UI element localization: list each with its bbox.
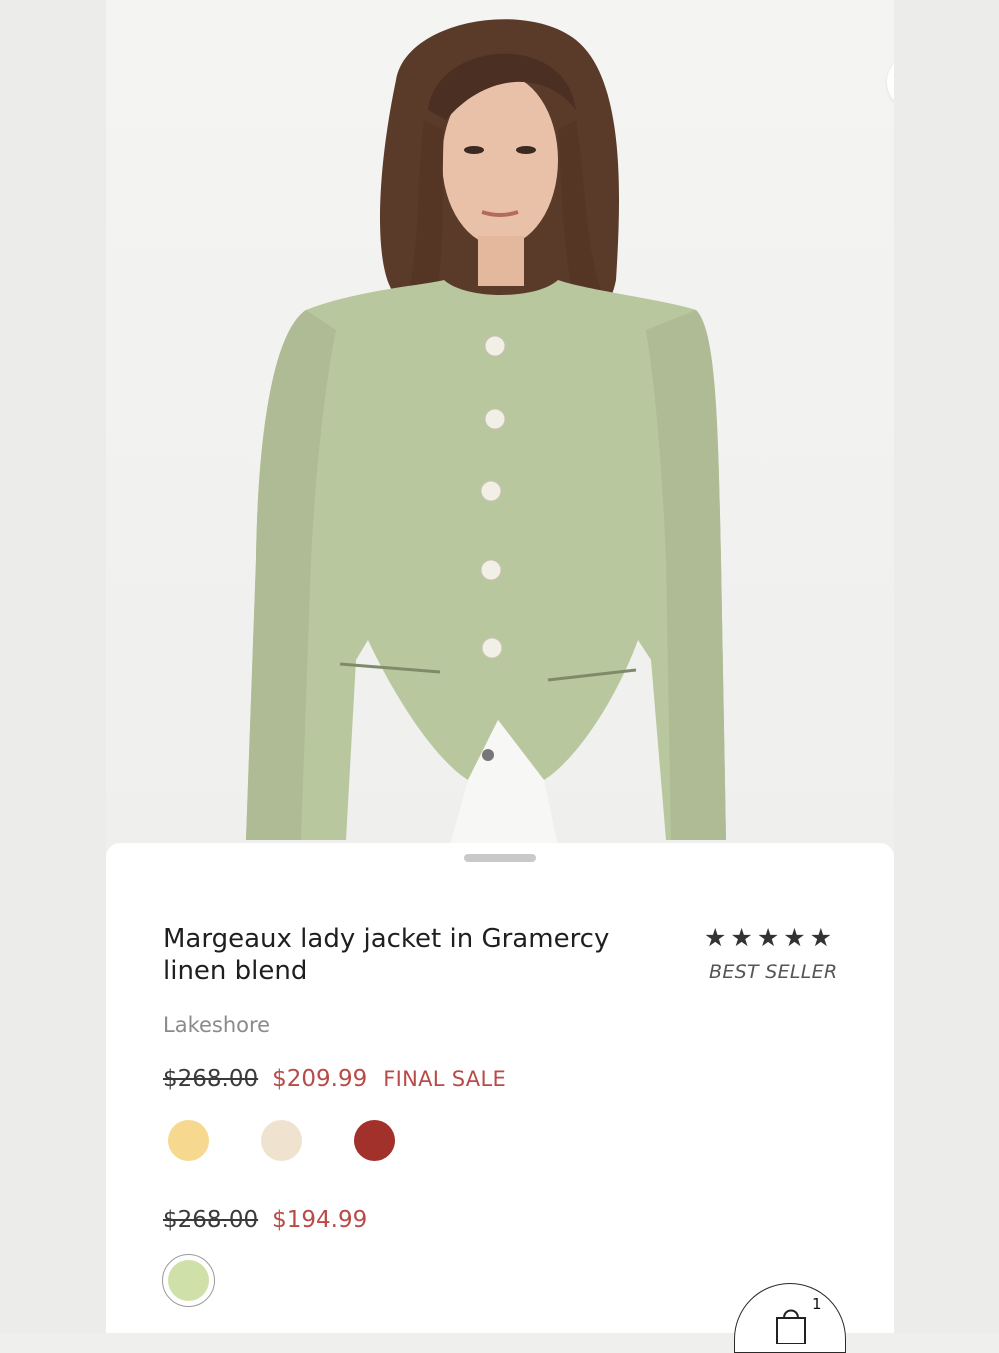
left-gutter	[0, 0, 106, 1333]
final-sale-tag: FINAL SALE	[383, 1067, 507, 1091]
color-swatch-cream[interactable]	[261, 1120, 302, 1161]
original-price: $268.00	[163, 1066, 259, 1092]
shopping-bag-icon	[776, 1309, 806, 1344]
product-details-sheet: Margeaux lady jacket in Gramercy linen b…	[106, 843, 894, 1353]
price-row: $268.00 $194.99	[163, 1207, 383, 1233]
add-to-bag-button[interactable]	[734, 1283, 846, 1353]
right-gutter	[894, 0, 999, 1333]
product-image[interactable]	[106, 0, 894, 860]
cart-count: 1	[812, 1295, 822, 1313]
color-swatch-yellow[interactable]	[168, 1120, 209, 1161]
sale-price: $194.99	[272, 1207, 368, 1233]
color-swatch-sage[interactable]	[168, 1260, 209, 1301]
original-price: $268.00	[163, 1207, 259, 1233]
sale-price: $209.99	[272, 1066, 368, 1092]
price-row: $268.00 $209.99 FINAL SALE	[163, 1066, 506, 1092]
best-seller-badge: BEST SELLER	[709, 961, 838, 983]
color-swatch-red[interactable]	[354, 1120, 395, 1161]
brand-name: Lakeshore	[163, 1013, 271, 1037]
rating-stars[interactable]: ★★★★★	[704, 923, 836, 952]
sheet-handle[interactable]	[464, 854, 536, 862]
model-photo	[246, 19, 726, 860]
product-title: Margeaux lady jacket in Gramercy linen b…	[163, 924, 610, 986]
